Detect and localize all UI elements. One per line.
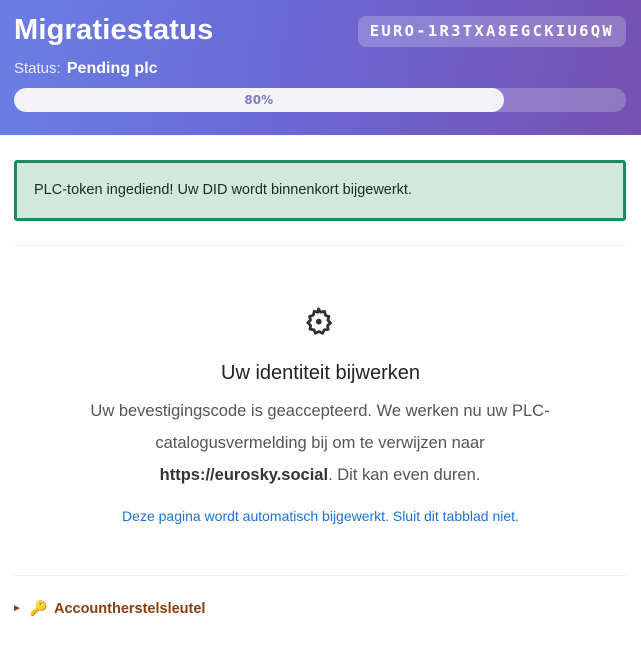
key-icon: 🔑: [29, 601, 48, 617]
status-label: Status:: [14, 60, 61, 77]
eurosky-url: https://eurosky.social: [159, 466, 329, 484]
status-line: Status: Pending plc: [14, 60, 158, 78]
description-text: Uw bevestigingscode is geaccepteerd. We …: [90, 402, 550, 452]
success-alert: PLC-token ingediend! Uw DID wordt binnen…: [14, 160, 626, 221]
divider: [14, 245, 626, 246]
recovery-key-toggle[interactable]: ► 🔑 Accountherstelsleutel: [12, 600, 206, 618]
gear-icon: [306, 307, 332, 335]
progress-label: 80%: [244, 93, 274, 107]
progress-bar: 80%: [14, 88, 626, 112]
page-title: Migratiestatus: [14, 14, 214, 46]
section-heading: Uw identiteit bijwerken: [221, 362, 420, 384]
recovery-key-label: Accountherstelsleutel: [53, 600, 206, 617]
section-description: Uw bevestigingscode is geaccepteerd. We …: [70, 395, 570, 491]
status-header: Migratiestatus EURO-1R3TXA8EGCKIU6QW Sta…: [0, 0, 641, 135]
migration-code-badge: EURO-1R3TXA8EGCKIU6QW: [357, 16, 626, 47]
status-value: Pending plc: [66, 60, 158, 77]
triangle-right-icon: ►: [12, 603, 22, 614]
auto-refresh-note: Deze pagina wordt automatisch bijgewerkt…: [122, 508, 519, 524]
divider: [14, 575, 626, 576]
description-text-end: . Dit kan even duren.: [328, 466, 481, 484]
